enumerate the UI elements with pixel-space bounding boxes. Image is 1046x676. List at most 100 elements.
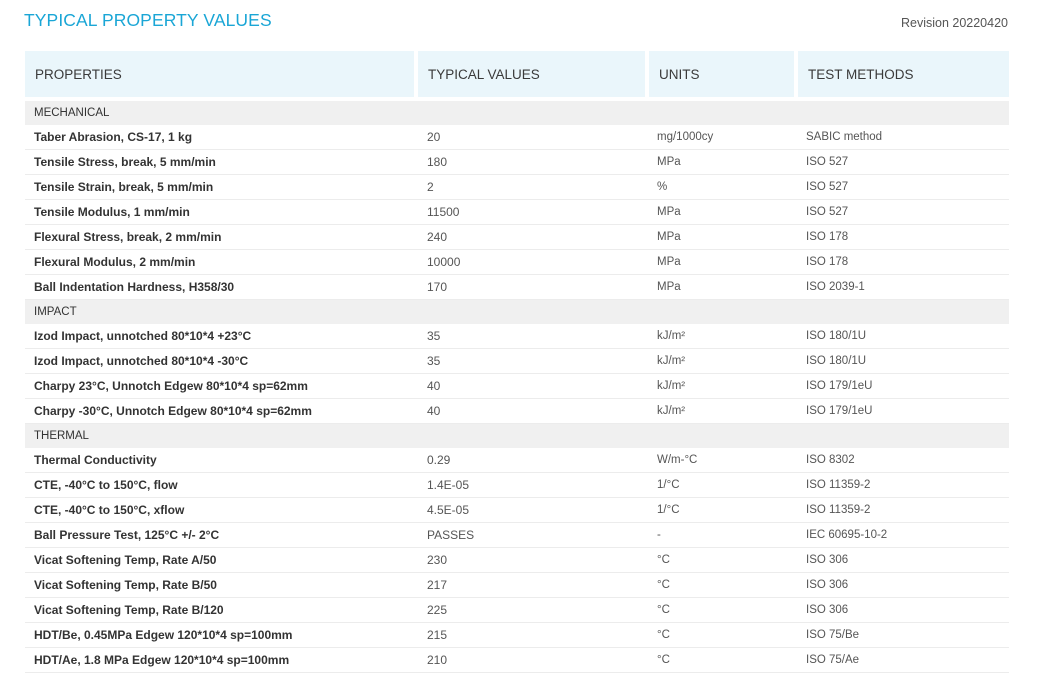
value-cell: 11500 [427, 205, 460, 219]
unit-cell: W/m-°C [657, 454, 698, 466]
value-cell: 180 [427, 155, 448, 169]
table-row: Flexural Stress, break, 2 mm/min 240 MPa IS… [25, 225, 1009, 250]
property-cell: Flexural Modulus, 2 mm/min [34, 255, 196, 269]
value-cell: 217 [427, 578, 448, 592]
value-cell: 240 [427, 230, 448, 244]
property-cell: Ball Pressure Test, 125°C +/- 2°C [34, 528, 220, 542]
property-cell: Vicat Softening Temp, Rate A/50 [34, 553, 217, 567]
section-header-mechanical: MECHANICAL [25, 101, 1009, 125]
table-row: Vicat Softening Temp, Rate B/120 225 °C ISO… [25, 598, 1009, 623]
value-cell: 0.29 [427, 453, 451, 467]
method-cell: ISO 178 [806, 231, 849, 243]
property-cell: HDT/Be, 0.45MPa Edgew 120*10*4 sp=100mm [34, 628, 293, 642]
table-row: HDT/Ae, 1.8 MPa Edgew 120*10*4 sp=100mm 2… [25, 648, 1009, 673]
unit-cell: 1/°C [657, 479, 680, 491]
property-cell: Taber Abrasion, CS-17, 1 kg [34, 130, 193, 144]
table-row: Izod Impact, unnotched 80*10*4 +23°C 35 kJ… [25, 324, 1009, 349]
table-row: Izod Impact, unnotched 80*10*4 -30°C 35 kJ… [25, 349, 1009, 374]
value-cell: 210 [427, 653, 448, 667]
property-cell: Tensile Strain, break, 5 mm/min [34, 180, 214, 194]
value-cell: 4.5E-05 [427, 503, 470, 517]
method-cell: ISO 179/1eU [806, 380, 873, 392]
value-cell: 1.4E-05 [427, 478, 470, 492]
property-cell: Izod Impact, unnotched 80*10*4 +23°C [34, 329, 252, 343]
property-cell: Izod Impact, unnotched 80*10*4 -30°C [34, 354, 249, 368]
method-cell: ISO 75/Be [806, 629, 860, 641]
datasheet-page: TYPICAL PROPERTY VALUES Revision 2022042… [0, 0, 1046, 676]
value-cell: 10000 [427, 255, 461, 269]
unit-cell: 1/°C [657, 504, 680, 516]
table-body: MECHANICAL Taber Abrasion, CS-17, 1 kg 20 m… [25, 101, 1009, 673]
unit-cell: kJ/m² [657, 405, 686, 417]
table-row: CTE, -40°C to 150°C, flow 1.4E-05 1/°C ISO … [25, 473, 1009, 498]
method-cell: ISO 180/1U [806, 330, 867, 342]
method-cell: ISO 8302 [806, 454, 855, 466]
header-units: UNITS [649, 51, 794, 97]
section-label: THERMAL [34, 430, 89, 442]
property-cell: Charpy -30°C, Unnotch Edgew 80*10*4 sp=6… [34, 404, 312, 418]
property-cell: Tensile Modulus, 1 mm/min [34, 205, 190, 219]
method-cell: IEC 60695-10-2 [806, 529, 888, 541]
value-cell: 170 [427, 280, 448, 294]
property-cell: Vicat Softening Temp, Rate B/50 [34, 578, 217, 592]
property-cell: CTE, -40°C to 150°C, xflow [34, 503, 185, 517]
method-cell: ISO 306 [806, 604, 849, 616]
method-cell: ISO 527 [806, 206, 849, 218]
method-cell: ISO 306 [806, 579, 849, 591]
unit-cell: °C [657, 604, 670, 616]
value-cell: 40 [427, 379, 441, 393]
method-cell: ISO 180/1U [806, 355, 867, 367]
value-cell: 215 [427, 628, 448, 642]
unit-cell: MPa [657, 206, 681, 218]
method-cell: ISO 178 [806, 256, 849, 268]
value-cell: 225 [427, 603, 448, 617]
section-label: MECHANICAL [34, 107, 110, 119]
table-row: CTE, -40°C to 150°C, xflow 4.5E-05 1/°C ISO… [25, 498, 1009, 523]
unit-cell: kJ/m² [657, 380, 686, 392]
unit-cell: kJ/m² [657, 355, 686, 367]
table-row: Thermal Conductivity 0.29 W/m-°C ISO 8302 [25, 448, 1009, 473]
unit-cell: °C [657, 579, 670, 591]
unit-cell: °C [657, 554, 670, 566]
section-header-impact: IMPACT [25, 300, 1009, 324]
unit-cell: °C [657, 629, 670, 641]
value-cell: 230 [427, 553, 448, 567]
unit-cell: MPa [657, 156, 681, 168]
property-cell: Tensile Stress, break, 5 mm/min [34, 155, 216, 169]
value-cell: 20 [427, 130, 441, 144]
table-row: Flexural Modulus, 2 mm/min 10000 MPa ISO 17… [25, 250, 1009, 275]
table-row: Ball Pressure Test, 125°C +/- 2°C PASSES -… [25, 523, 1009, 548]
table-row: Vicat Softening Temp, Rate B/50 217 °C ISO … [25, 573, 1009, 598]
unit-cell: % [657, 181, 668, 193]
property-cell: Flexural Stress, break, 2 mm/min [34, 230, 222, 244]
method-cell: ISO 11359-2 [806, 479, 871, 491]
table-row: Vicat Softening Temp, Rate A/50 230 °C ISO … [25, 548, 1009, 573]
value-cell: 2 [427, 180, 434, 194]
property-cell: Ball Indentation Hardness, H358/30 [34, 280, 235, 294]
value-cell: 35 [427, 329, 441, 343]
property-cell: Thermal Conductivity [34, 453, 157, 467]
table-row: Charpy 23°C, Unnotch Edgew 80*10*4 sp=62… [25, 374, 1009, 399]
table-row: Tensile Modulus, 1 mm/min 11500 MPa ISO 527 [25, 200, 1009, 225]
property-cell: Vicat Softening Temp, Rate B/120 [34, 603, 224, 617]
table-row: Ball Indentation Hardness, H358/30 170 MPa… [25, 275, 1009, 300]
method-cell: ISO 527 [806, 181, 849, 193]
value-cell: PASSES [427, 528, 475, 542]
header-test-methods: TEST METHODS [798, 51, 1009, 97]
property-cell: CTE, -40°C to 150°C, flow [34, 478, 178, 492]
table-row: Taber Abrasion, CS-17, 1 kg 20 mg/1000cy SA… [25, 125, 1009, 150]
header-typical-values: TYPICAL VALUES [418, 51, 645, 97]
method-cell: SABIC method [806, 131, 883, 143]
unit-cell: MPa [657, 256, 681, 268]
section-header-thermal: THERMAL [25, 424, 1009, 448]
table-row: HDT/Be, 0.45MPa Edgew 120*10*4 sp=100mm 2… [25, 623, 1009, 648]
value-cell: 40 [427, 404, 441, 418]
method-cell: ISO 306 [806, 554, 849, 566]
unit-cell: MPa [657, 281, 681, 293]
method-cell: ISO 179/1eU [806, 405, 873, 417]
page-title: TYPICAL PROPERTY VALUES [24, 10, 272, 30]
method-cell: ISO 75/Ae [806, 654, 860, 666]
header-properties: PROPERTIES [25, 51, 414, 97]
unit-cell: - [657, 529, 661, 541]
method-cell: ISO 11359-2 [806, 504, 871, 516]
